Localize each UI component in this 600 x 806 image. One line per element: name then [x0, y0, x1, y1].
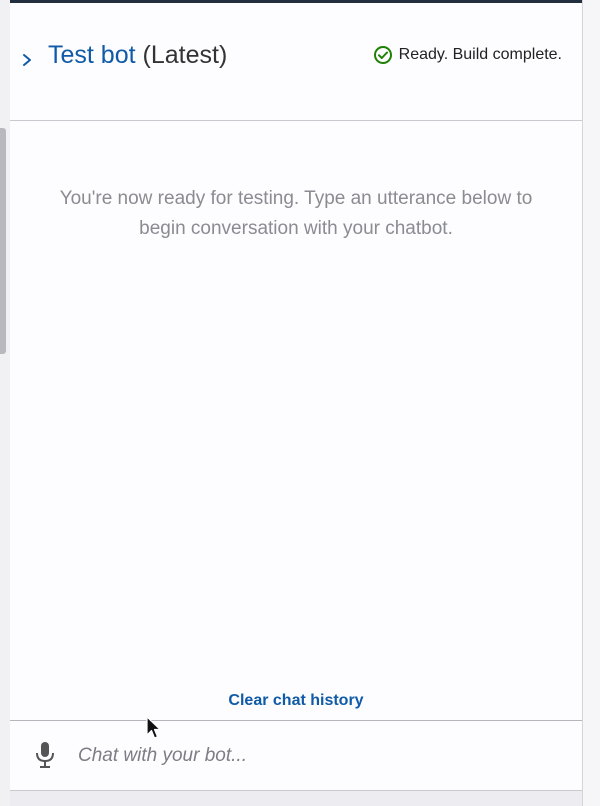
bot-name[interactable]: Test bot	[48, 41, 136, 69]
chevron-right-icon[interactable]	[20, 53, 34, 67]
bottom-strip	[10, 790, 582, 806]
empty-chat-message: You're now ready for testing. Type an ut…	[59, 188, 533, 239]
panel-header: Test bot (Latest) Ready. Build complete.	[10, 3, 582, 121]
left-scrollbar[interactable]	[0, 128, 6, 354]
panel-title: Test bot (Latest)	[48, 41, 227, 70]
right-panel-edge	[582, 0, 600, 806]
build-status: Ready. Build complete.	[373, 45, 562, 65]
chat-input-row	[10, 720, 582, 791]
build-status-text: Ready. Build complete.	[398, 46, 562, 63]
chat-input[interactable]	[76, 739, 560, 773]
bot-version: (Latest)	[142, 41, 228, 69]
clear-chat-history-link[interactable]: Clear chat history	[10, 692, 582, 710]
mouse-pointer-icon	[146, 716, 161, 739]
microphone-icon[interactable]	[34, 741, 56, 769]
check-circle-icon	[373, 46, 392, 64]
test-bot-panel: Test bot (Latest) Ready. Build complete.…	[10, 0, 582, 806]
test-bot-window: Test bot (Latest) Ready. Build complete.…	[0, 0, 600, 806]
